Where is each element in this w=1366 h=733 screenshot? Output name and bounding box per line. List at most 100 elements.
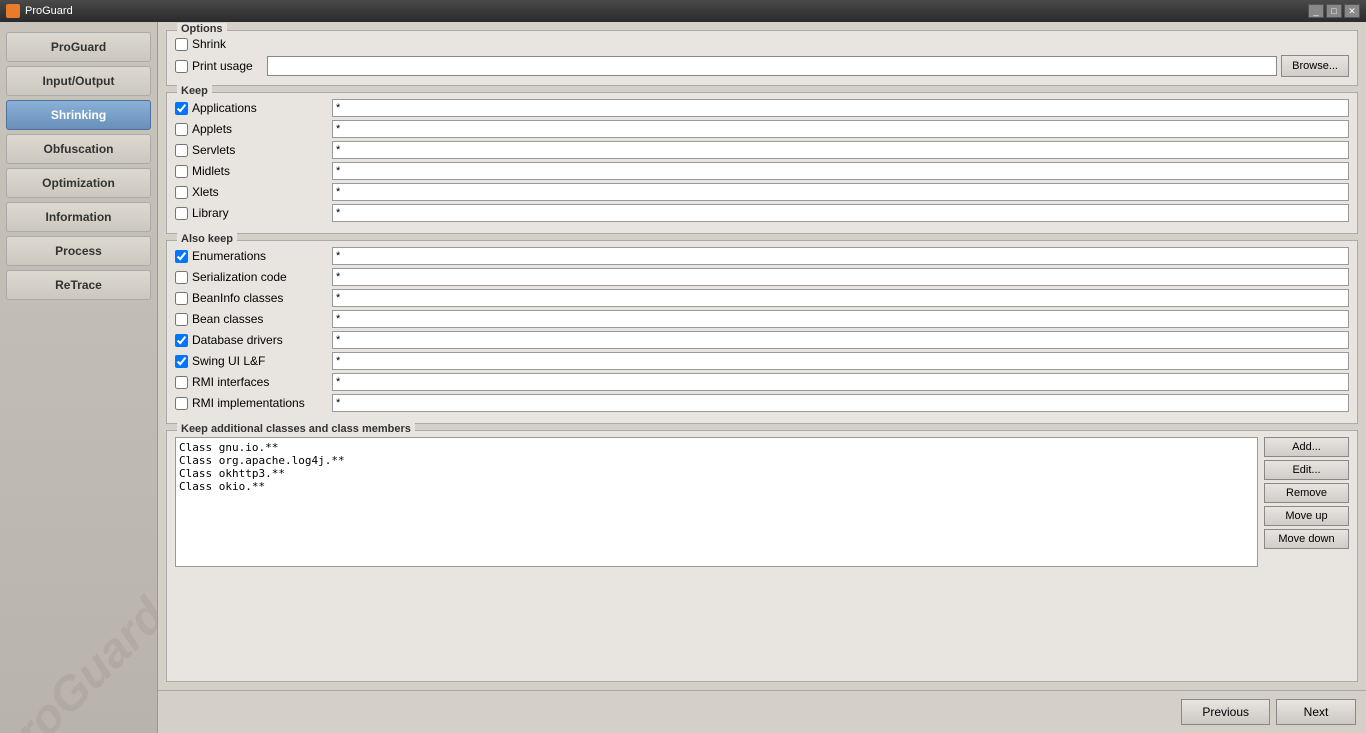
sidebar-item-shrinking[interactable]: Shrinking (6, 100, 151, 130)
also-keep-section: Also keep Enumerations Serialization cod… (166, 240, 1358, 424)
also-keep-rmi-interfaces-checkbox[interactable] (175, 376, 188, 389)
titlebar-title: ProGuard (25, 5, 73, 17)
also-keep-rmi-implementations-label: RMI implementations (192, 396, 332, 410)
add-button[interactable]: Add... (1264, 437, 1349, 457)
keep-applications-label: Applications (192, 101, 332, 115)
keep-midlets-label: Midlets (192, 164, 332, 178)
move-down-button[interactable]: Move down (1264, 529, 1349, 549)
app-icon (6, 4, 20, 18)
keep-applets-row: Applets (175, 120, 1349, 138)
additional-textarea[interactable]: Class gnu.io.** Class org.apache.log4j.*… (175, 437, 1258, 567)
also-keep-serialization-checkbox[interactable] (175, 271, 188, 284)
keep-library-label: Library (192, 206, 332, 220)
additional-section: Keep additional classes and class member… (166, 430, 1358, 682)
options-section-label: Options (177, 23, 227, 35)
titlebar-controls: _ □ ✕ (1308, 4, 1360, 18)
also-keep-swing-input[interactable] (332, 352, 1349, 370)
print-usage-checkbox[interactable] (175, 60, 188, 73)
keep-servlets-row: Servlets (175, 141, 1349, 159)
keep-midlets-checkbox[interactable] (175, 165, 188, 178)
shrink-label: Shrink (192, 37, 226, 51)
also-keep-database-input[interactable] (332, 331, 1349, 349)
keep-xlets-input[interactable] (332, 183, 1349, 201)
also-keep-beaninfo-input[interactable] (332, 289, 1349, 307)
also-keep-rmi-interfaces-row: RMI interfaces (175, 373, 1349, 391)
keep-servlets-input[interactable] (332, 141, 1349, 159)
browse-button[interactable]: Browse... (1281, 55, 1349, 77)
also-keep-bean-label: Bean classes (192, 312, 332, 326)
titlebar: ProGuard _ □ ✕ (0, 0, 1366, 22)
also-keep-rmi-interfaces-label: RMI interfaces (192, 375, 332, 389)
additional-inner: Class gnu.io.** Class org.apache.log4j.*… (175, 437, 1349, 567)
next-button[interactable]: Next (1276, 699, 1356, 725)
keep-applications-checkbox[interactable] (175, 102, 188, 115)
also-keep-section-label: Also keep (177, 233, 237, 245)
print-usage-input[interactable] (267, 56, 1277, 76)
keep-xlets-label: Xlets (192, 185, 332, 199)
also-keep-serialization-input[interactable] (332, 268, 1349, 286)
sidebar-item-proguard[interactable]: ProGuard (6, 32, 151, 62)
additional-section-label: Keep additional classes and class member… (177, 423, 415, 435)
keep-section: Keep Applications Applets Servlets (166, 92, 1358, 234)
minimize-button[interactable]: _ (1308, 4, 1324, 18)
sidebar-item-input-output[interactable]: Input/Output (6, 66, 151, 96)
keep-servlets-label: Servlets (192, 143, 332, 157)
also-keep-beaninfo-row: BeanInfo classes (175, 289, 1349, 307)
print-usage-row: Print usage Browse... (175, 55, 1349, 77)
footer: Previous Next (158, 690, 1366, 733)
remove-button[interactable]: Remove (1264, 483, 1349, 503)
also-keep-rmi-implementations-row: RMI implementations (175, 394, 1349, 412)
sidebar-item-obfuscation[interactable]: Obfuscation (6, 134, 151, 164)
also-keep-serialization-label: Serialization code (192, 270, 332, 284)
also-keep-database-checkbox[interactable] (175, 334, 188, 347)
previous-button[interactable]: Previous (1181, 699, 1270, 725)
also-keep-database-row: Database drivers (175, 331, 1349, 349)
also-keep-enumerations-checkbox[interactable] (175, 250, 188, 263)
also-keep-rmi-interfaces-input[interactable] (332, 373, 1349, 391)
also-keep-swing-label: Swing UI L&F (192, 354, 332, 368)
sidebar-item-process[interactable]: Process (6, 236, 151, 266)
print-usage-label: Print usage (192, 59, 267, 73)
keep-xlets-checkbox[interactable] (175, 186, 188, 199)
keep-applets-checkbox[interactable] (175, 123, 188, 136)
also-keep-rmi-implementations-input[interactable] (332, 394, 1349, 412)
sidebar-watermark: ProGuard (0, 588, 158, 733)
app-container: ProGuard Input/Output Shrinking Obfuscat… (0, 22, 1366, 733)
shrink-checkbox[interactable] (175, 38, 188, 51)
keep-applications-input[interactable] (332, 99, 1349, 117)
keep-servlets-checkbox[interactable] (175, 144, 188, 157)
options-section: Options Shrink Print usage Browse... (166, 30, 1358, 86)
also-keep-enumerations-row: Enumerations (175, 247, 1349, 265)
also-keep-bean-row: Bean classes (175, 310, 1349, 328)
also-keep-enumerations-label: Enumerations (192, 249, 332, 263)
keep-xlets-row: Xlets (175, 183, 1349, 201)
also-keep-rmi-implementations-checkbox[interactable] (175, 397, 188, 410)
also-keep-swing-checkbox[interactable] (175, 355, 188, 368)
keep-midlets-input[interactable] (332, 162, 1349, 180)
shrink-row: Shrink (175, 37, 1349, 51)
main-content: Options Shrink Print usage Browse... Kee… (158, 22, 1366, 690)
also-keep-serialization-row: Serialization code (175, 268, 1349, 286)
sidebar-item-retrace[interactable]: ReTrace (6, 270, 151, 300)
sidebar-item-optimization[interactable]: Optimization (6, 168, 151, 198)
sidebar-item-information[interactable]: Information (6, 202, 151, 232)
also-keep-enumerations-input[interactable] (332, 247, 1349, 265)
also-keep-beaninfo-label: BeanInfo classes (192, 291, 332, 305)
sidebar: ProGuard Input/Output Shrinking Obfuscat… (0, 22, 158, 733)
maximize-button[interactable]: □ (1326, 4, 1342, 18)
also-keep-beaninfo-checkbox[interactable] (175, 292, 188, 305)
keep-applications-row: Applications (175, 99, 1349, 117)
also-keep-bean-checkbox[interactable] (175, 313, 188, 326)
edit-button[interactable]: Edit... (1264, 460, 1349, 480)
also-keep-bean-input[interactable] (332, 310, 1349, 328)
also-keep-swing-row: Swing UI L&F (175, 352, 1349, 370)
keep-midlets-row: Midlets (175, 162, 1349, 180)
close-button[interactable]: ✕ (1344, 4, 1360, 18)
additional-buttons: Add... Edit... Remove Move up Move down (1264, 437, 1349, 567)
keep-library-checkbox[interactable] (175, 207, 188, 220)
keep-library-input[interactable] (332, 204, 1349, 222)
move-up-button[interactable]: Move up (1264, 506, 1349, 526)
keep-section-label: Keep (177, 85, 212, 97)
also-keep-database-label: Database drivers (192, 333, 332, 347)
keep-applets-input[interactable] (332, 120, 1349, 138)
